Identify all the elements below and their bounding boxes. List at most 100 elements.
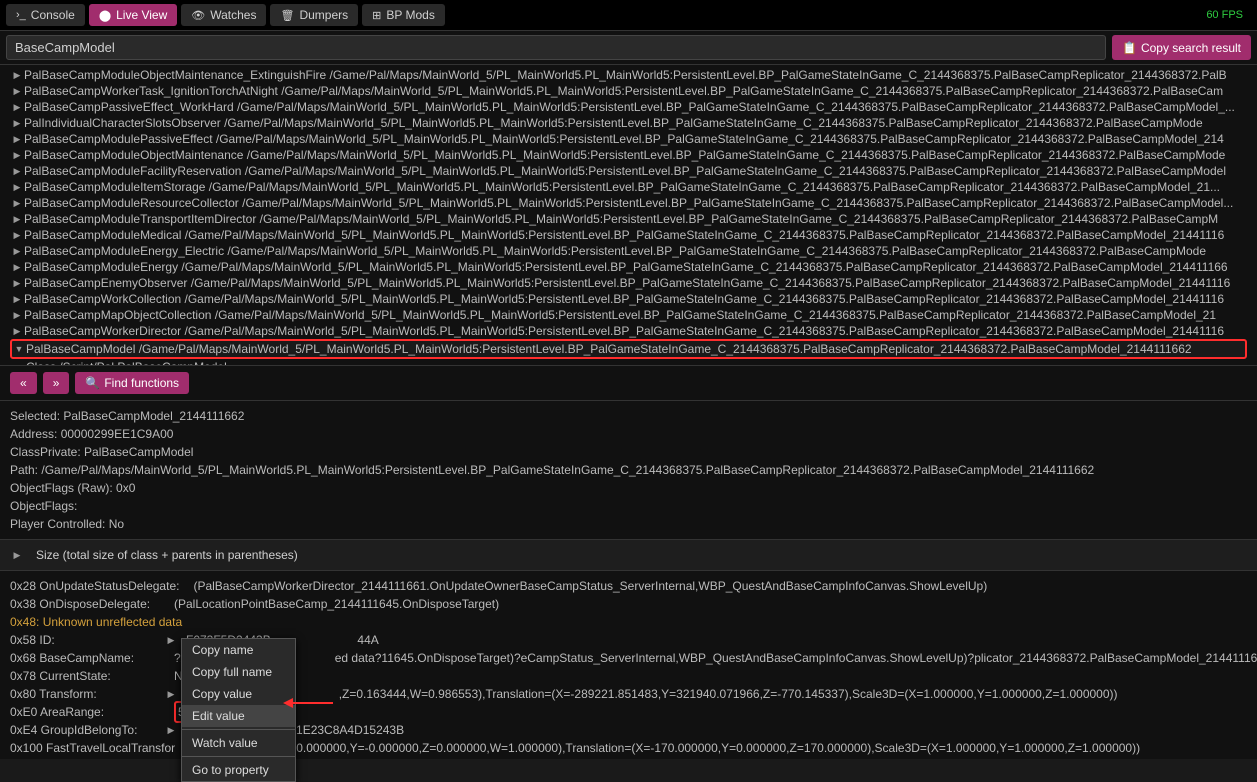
expand-icon[interactable]: ▶	[10, 275, 24, 291]
tree-row[interactable]: ▶PalBaseCampModuleItemStorage /Game/Pal/…	[10, 179, 1247, 195]
tab-label: BP Mods	[386, 8, 434, 22]
tree-row[interactable]: ▶PalBaseCampModuleObjectMaintenance /Gam…	[10, 147, 1247, 163]
property-offset: 0x28 OnUpdateStatusDelegate:	[10, 577, 179, 595]
back-button[interactable]: «	[10, 372, 37, 394]
expand-icon[interactable]: ▶	[10, 307, 24, 323]
ctx-copy-value[interactable]: Copy value	[182, 683, 295, 705]
expand-icon[interactable]: ▶	[10, 99, 24, 115]
property-row[interactable]: 0x48: Unknown unreflected data	[10, 613, 1247, 631]
tree-row-label: PalBaseCampPassiveEffect_WorkHard /Game/…	[24, 99, 1235, 115]
tree-row[interactable]: ▶PalBaseCampWorkerTask_IgnitionTorchAtNi…	[10, 83, 1247, 99]
separator	[182, 729, 295, 730]
expand-icon[interactable]: ▶	[10, 323, 24, 339]
search-input[interactable]	[6, 35, 1106, 60]
expand-icon[interactable]: ▶	[10, 291, 24, 307]
context-menu: Copy name Copy full name Copy value Edit…	[181, 638, 296, 782]
expand-icon[interactable]: ▶	[10, 67, 24, 83]
ctx-watch-value[interactable]: Watch value	[182, 732, 295, 754]
tree-row[interactable]: ▶PalBaseCampModuleResourceCollector /Gam…	[10, 195, 1247, 211]
ctx-copy-full-name[interactable]: Copy full name	[182, 661, 295, 683]
property-offset: 0x78 CurrentState:	[10, 667, 160, 685]
separator	[182, 756, 295, 757]
ctx-copy-name[interactable]: Copy name	[182, 639, 295, 661]
objectflags-raw-label: ObjectFlags (Raw): 0x0	[10, 479, 1247, 497]
tab-dumpers[interactable]: 🗑 Dumpers	[270, 4, 358, 26]
tree-row-label: PalBaseCampModuleTransportItemDirector /…	[24, 211, 1218, 227]
tree-row-label: PalBaseCampWorkCollection /Game/Pal/Maps…	[24, 291, 1224, 307]
property-row[interactable]: 0x38 OnDisposeDelegate:(PalLocationPoint…	[10, 595, 1247, 613]
size-row[interactable]: ▶ Size (total size of class + parents in…	[0, 539, 1257, 571]
property-value: (PalLocationPointBaseCamp_2144111645.OnD…	[174, 595, 499, 613]
property-value: ?x68 B ed data?11645.OnDisposeTarget)?eC…	[174, 649, 1257, 667]
tree-row-selected[interactable]: ▼ PalBaseCampModel /Game/Pal/Maps/MainWo…	[10, 339, 1247, 359]
tree-row-label: PalBaseCampModuleFacilityReservation /Ga…	[24, 163, 1226, 179]
tree-row-label: PalBaseCampMapObjectCollection /Game/Pal…	[24, 307, 1216, 323]
tree-row-label: PalBaseCampModuleMedical /Game/Pal/Maps/…	[24, 227, 1224, 243]
fps-counter: 60 FPS	[1206, 9, 1251, 21]
expand-icon[interactable]: ▶	[10, 546, 24, 564]
expand-icon[interactable]: ▶	[10, 163, 24, 179]
expand-icon[interactable]: ▶	[10, 179, 24, 195]
objectflags-label: ObjectFlags:	[10, 497, 1247, 515]
property-offset: 0x100 FastTravelLocalTransfor	[10, 739, 175, 757]
expand-icon[interactable]: ▶	[10, 227, 24, 243]
property-value: (Rot ,Z=0.163444,W=0.986553),Translation…	[186, 685, 1118, 703]
expand-icon[interactable]: ▶	[10, 211, 24, 227]
tree-row[interactable]: ▶PalBaseCampModuleMedical /Game/Pal/Maps…	[10, 227, 1247, 243]
expand-icon[interactable]: ▶	[10, 131, 24, 147]
tree-row-label: PalBaseCampWorkerDirector /Game/Pal/Maps…	[24, 323, 1224, 339]
property-offset: 0x48: Unknown unreflected data	[10, 613, 182, 631]
expand-icon[interactable]: ▶	[10, 243, 24, 259]
object-tree[interactable]: ▶PalBaseCampModuleObjectMaintenance_Exti…	[0, 65, 1257, 365]
ctx-edit-value[interactable]: Edit value	[182, 705, 295, 727]
size-label: Size (total size of class + parents in p…	[36, 546, 298, 564]
expand-icon[interactable]: ▶	[164, 721, 178, 739]
tab-bar: ›_Console ⬤Live View 👁Watches 🗑 Dumpers ⊞…	[0, 0, 1257, 31]
tree-row[interactable]: ▶PalBaseCampModuleEnergy_Electric /Game/…	[10, 243, 1247, 259]
expand-icon[interactable]: ▶	[10, 83, 24, 99]
button-label: Find functions	[104, 376, 179, 390]
tree-row-label: PalBaseCampEnemyObserver /Game/Pal/Maps/…	[24, 275, 1230, 291]
liveview-icon: ⬤	[99, 9, 111, 22]
tab-bpmods[interactable]: ⊞BP Mods	[362, 4, 445, 26]
tree-row-label: PalBaseCampModuleResourceCollector /Game…	[24, 195, 1233, 211]
expand-icon[interactable]: ▶	[164, 631, 178, 649]
dump-icon: 🗑	[280, 9, 294, 22]
property-offset: 0xE0 AreaRange:	[10, 703, 160, 721]
find-functions-button[interactable]: 🔍Find functions	[75, 372, 189, 394]
tree-row[interactable]: ▶PalBaseCampWorkCollection /Game/Pal/Map…	[10, 291, 1247, 307]
tab-console[interactable]: ›_Console	[6, 4, 85, 26]
tree-row-label: PalIndividualCharacterSlotsObserver /Gam…	[24, 115, 1203, 131]
classprivate-label: ClassPrivate: PalBaseCampModel	[10, 443, 1247, 461]
expand-icon[interactable]: ▶	[10, 259, 24, 275]
tree-row[interactable]: ▶PalBaseCampMapObjectCollection /Game/Pa…	[10, 307, 1247, 323]
tree-row-label: PalBaseCampModuleObjectMaintenance_Extin…	[24, 67, 1227, 83]
search-row: 📋Copy search result	[0, 31, 1257, 65]
tree-row[interactable]: ▶PalBaseCampModulePassiveEffect /Game/Pa…	[10, 131, 1247, 147]
property-offset: 0x80 Transform:	[10, 685, 160, 703]
address-label: Address: 00000299EE1C9A00	[10, 425, 1247, 443]
tree-row-label: PalBaseCampWorkerTask_IgnitionTorchAtNig…	[24, 83, 1223, 99]
tree-row[interactable]: ▶PalBaseCampModuleTransportItemDirector …	[10, 211, 1247, 227]
tree-row[interactable]: ▶PalBaseCampModuleFacilityReservation /G…	[10, 163, 1247, 179]
expand-icon[interactable]: ▶	[10, 147, 24, 163]
tree-row[interactable]: ▶PalBaseCampEnemyObserver /Game/Pal/Maps…	[10, 275, 1247, 291]
property-row[interactable]: 0x28 OnUpdateStatusDelegate:(PalBaseCamp…	[10, 577, 1247, 595]
copy-search-result-button[interactable]: 📋Copy search result	[1112, 35, 1251, 60]
forward-button[interactable]: »	[43, 372, 70, 394]
ctx-go-to-property[interactable]: Go to property	[182, 759, 295, 781]
tree-row-label: PalBaseCampModuleItemStorage /Game/Pal/M…	[24, 179, 1220, 195]
tree-row[interactable]: ▶PalBaseCampWorkerDirector /Game/Pal/Map…	[10, 323, 1247, 339]
tree-row[interactable]: ▶PalBaseCampModuleObjectMaintenance_Exti…	[10, 67, 1247, 83]
tree-row[interactable]: ▶PalBaseCampPassiveEffect_WorkHard /Game…	[10, 99, 1247, 115]
tree-row[interactable]: ▶PalBaseCampModuleEnergy /Game/Pal/Maps/…	[10, 259, 1247, 275]
collapse-icon[interactable]: ▼	[12, 341, 26, 357]
expand-icon[interactable]: ▶	[10, 115, 24, 131]
property-offset: 0x58 ID:	[10, 631, 160, 649]
tab-watches[interactable]: 👁Watches	[181, 4, 266, 26]
tab-label: Dumpers	[299, 8, 348, 22]
expand-icon[interactable]: ▶	[10, 195, 24, 211]
tab-liveview[interactable]: ⬤Live View	[89, 4, 177, 26]
tree-row[interactable]: ▶PalIndividualCharacterSlotsObserver /Ga…	[10, 115, 1247, 131]
tree-row-label: PalBaseCampModulePassiveEffect /Game/Pal…	[24, 131, 1224, 147]
